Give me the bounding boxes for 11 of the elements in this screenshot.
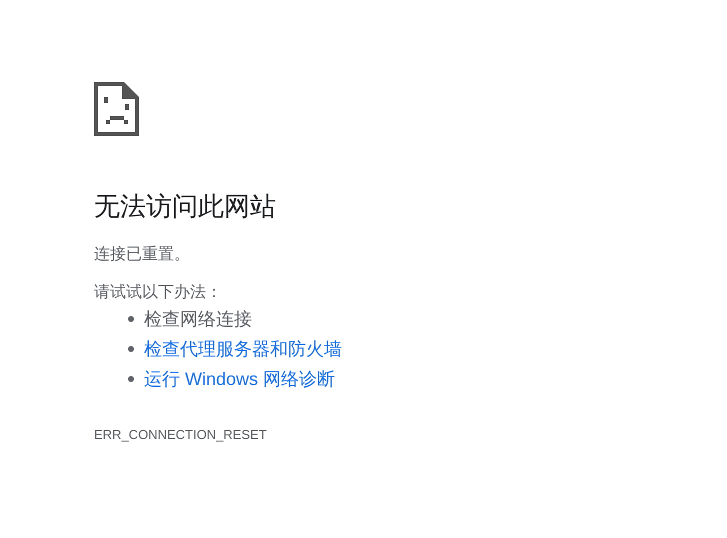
suggestions-intro: 请试试以下办法： <box>94 282 222 303</box>
suggestion-link[interactable]: 运行 Windows 网络诊断 <box>144 367 336 391</box>
sad-page-icon <box>94 82 139 136</box>
suggestion-link[interactable]: 检查代理服务器和防火墙 <box>144 337 342 361</box>
error-heading: 无法访问此网站 <box>94 190 276 223</box>
bullet-icon <box>128 346 134 352</box>
error-summary: 连接已重置。 <box>94 244 190 265</box>
suggestion-text: 检查网络连接 <box>144 308 252 331</box>
bullet-icon <box>128 376 134 382</box>
bullet-icon <box>128 316 134 322</box>
error-code: ERR_CONNECTION_RESET <box>94 426 267 444</box>
